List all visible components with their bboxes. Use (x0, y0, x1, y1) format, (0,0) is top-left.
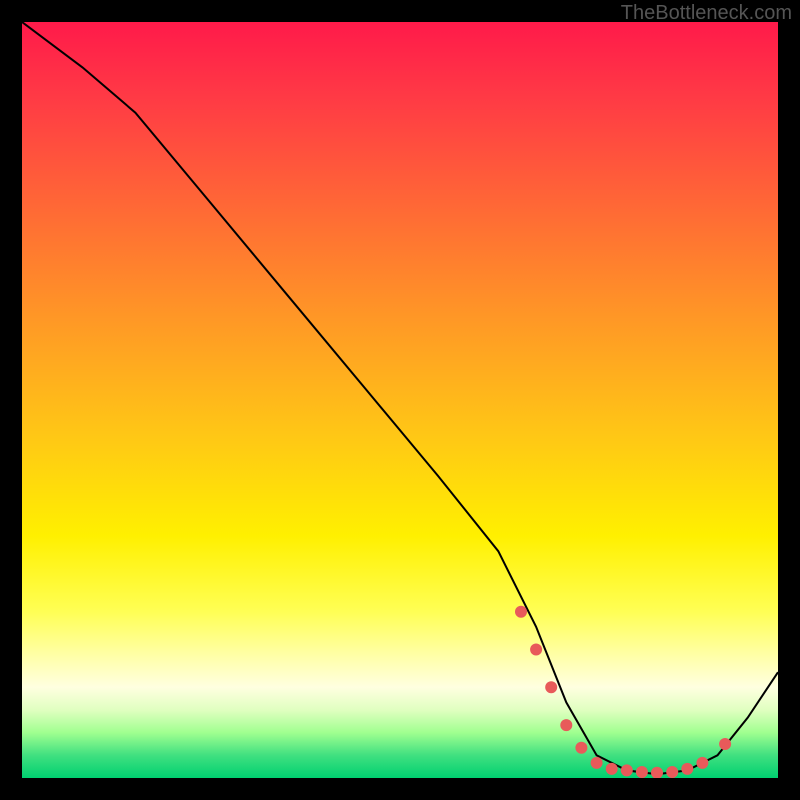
marker-point (696, 757, 708, 769)
bottleneck-curve-path (22, 22, 778, 774)
marker-point (545, 681, 557, 693)
marker-point (515, 606, 527, 618)
marker-point (560, 719, 572, 731)
marker-point (621, 764, 633, 776)
marker-point (591, 757, 603, 769)
marker-point (681, 763, 693, 775)
watermark-text: TheBottleneck.com (621, 2, 792, 25)
marker-point (666, 766, 678, 778)
marker-point (719, 738, 731, 750)
marker-point (575, 742, 587, 754)
marker-point (636, 766, 648, 778)
marker-group (515, 606, 731, 778)
chart-svg (22, 22, 778, 778)
marker-point (606, 763, 618, 775)
marker-point (651, 767, 663, 778)
plot-area (22, 22, 778, 778)
marker-point (530, 644, 542, 656)
